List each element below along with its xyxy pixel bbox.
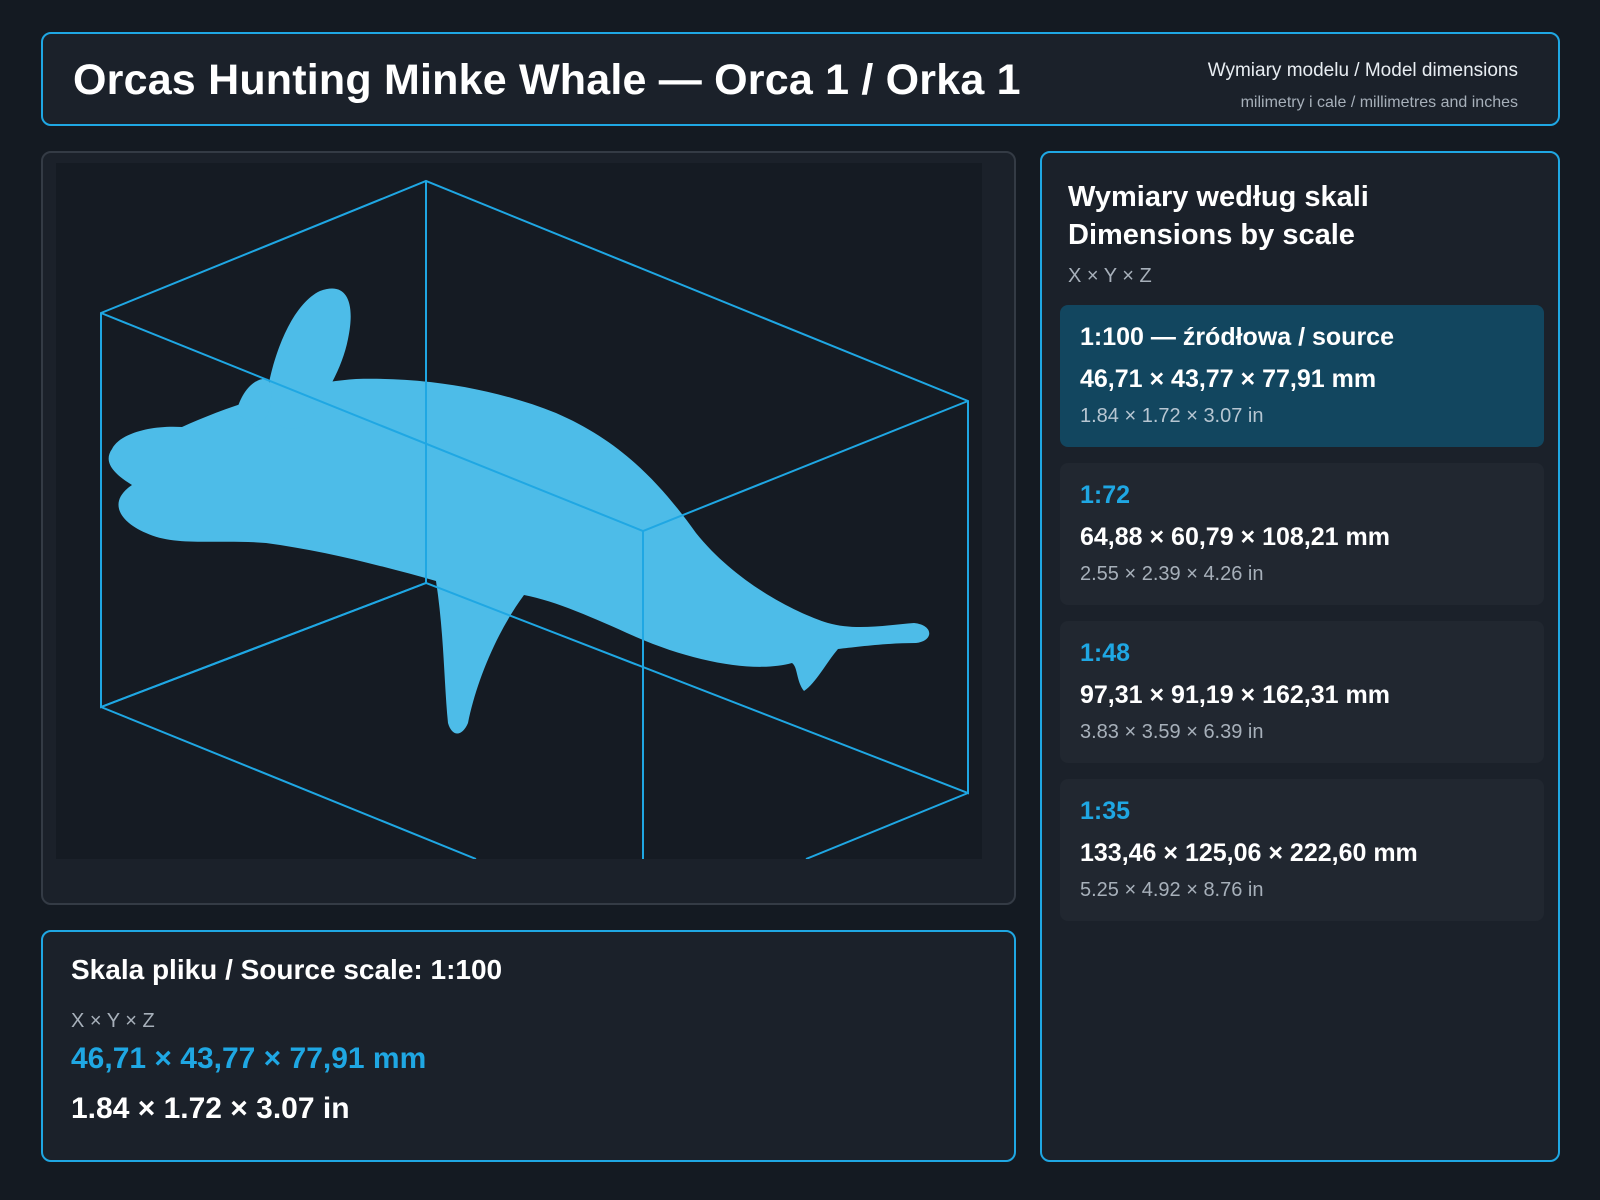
summary-axes-label: X × Y × Z bbox=[71, 1010, 155, 1032]
scale-label: 1:72 bbox=[1080, 481, 1131, 509]
header-units-note: milimetry i cale / millimetres and inche… bbox=[1240, 94, 1518, 111]
scale-label: 1:100 — źródłowa / source bbox=[1080, 323, 1394, 351]
scale-label: 1:35 bbox=[1080, 797, 1131, 825]
scale-mm: 46,71 × 43,77 × 77,91 mm bbox=[1080, 365, 1377, 393]
scale-in: 5.25 × 4.92 × 8.76 in bbox=[1080, 879, 1264, 901]
page-title: Orcas Hunting Minke Whale — Orca 1 / Ork… bbox=[73, 56, 1021, 104]
dimensions-by-scale-panel: Wymiary według skali Dimensions by scale… bbox=[1040, 151, 1560, 1162]
header-subtitle: Wymiary modelu / Model dimensions bbox=[1207, 60, 1518, 81]
scale-mm: 133,46 × 125,06 × 222,60 mm bbox=[1080, 839, 1418, 867]
scale-card-1-48[interactable]: 1:48 97,31 × 91,19 × 162,31 mm 3.83 × 3.… bbox=[1060, 621, 1544, 763]
scale-in: 2.55 × 2.39 × 4.26 in bbox=[1080, 563, 1264, 585]
model-render bbox=[56, 163, 982, 859]
sidebar-axes-label: X × Y × Z bbox=[1068, 265, 1152, 287]
scale-label: 1:48 bbox=[1080, 639, 1131, 667]
summary-inch-dimensions: 1.84 × 1.72 × 3.07 in bbox=[71, 1092, 350, 1125]
scale-mm: 64,88 × 60,79 × 108,21 mm bbox=[1080, 523, 1390, 551]
scale-card-1-35[interactable]: 1:35 133,46 × 125,06 × 222,60 mm 5.25 × … bbox=[1060, 779, 1544, 921]
scale-in: 3.83 × 3.59 × 6.39 in bbox=[1080, 721, 1264, 743]
scale-in: 1.84 × 1.72 × 3.07 in bbox=[1080, 405, 1264, 427]
scale-mm: 97,31 × 91,19 × 162,31 mm bbox=[1080, 681, 1390, 709]
scale-card-1-100[interactable]: 1:100 — źródłowa / source 46,71 × 43,77 … bbox=[1060, 305, 1544, 447]
header-panel: Orcas Hunting Minke Whale — Orca 1 / Ork… bbox=[41, 32, 1560, 126]
summary-title: Skala pliku / Source scale: 1:100 bbox=[71, 954, 503, 985]
source-scale-summary: Skala pliku / Source scale: 1:100 X × Y … bbox=[41, 930, 1016, 1162]
model-viewer[interactable] bbox=[41, 151, 1016, 905]
summary-mm-dimensions: 46,71 × 43,77 × 77,91 mm bbox=[71, 1042, 427, 1075]
sidebar-title-pl: Wymiary według skali bbox=[1068, 181, 1369, 213]
sidebar-title-en: Dimensions by scale bbox=[1068, 219, 1355, 251]
scale-card-1-72[interactable]: 1:72 64,88 × 60,79 × 108,21 mm 2.55 × 2.… bbox=[1060, 463, 1544, 605]
